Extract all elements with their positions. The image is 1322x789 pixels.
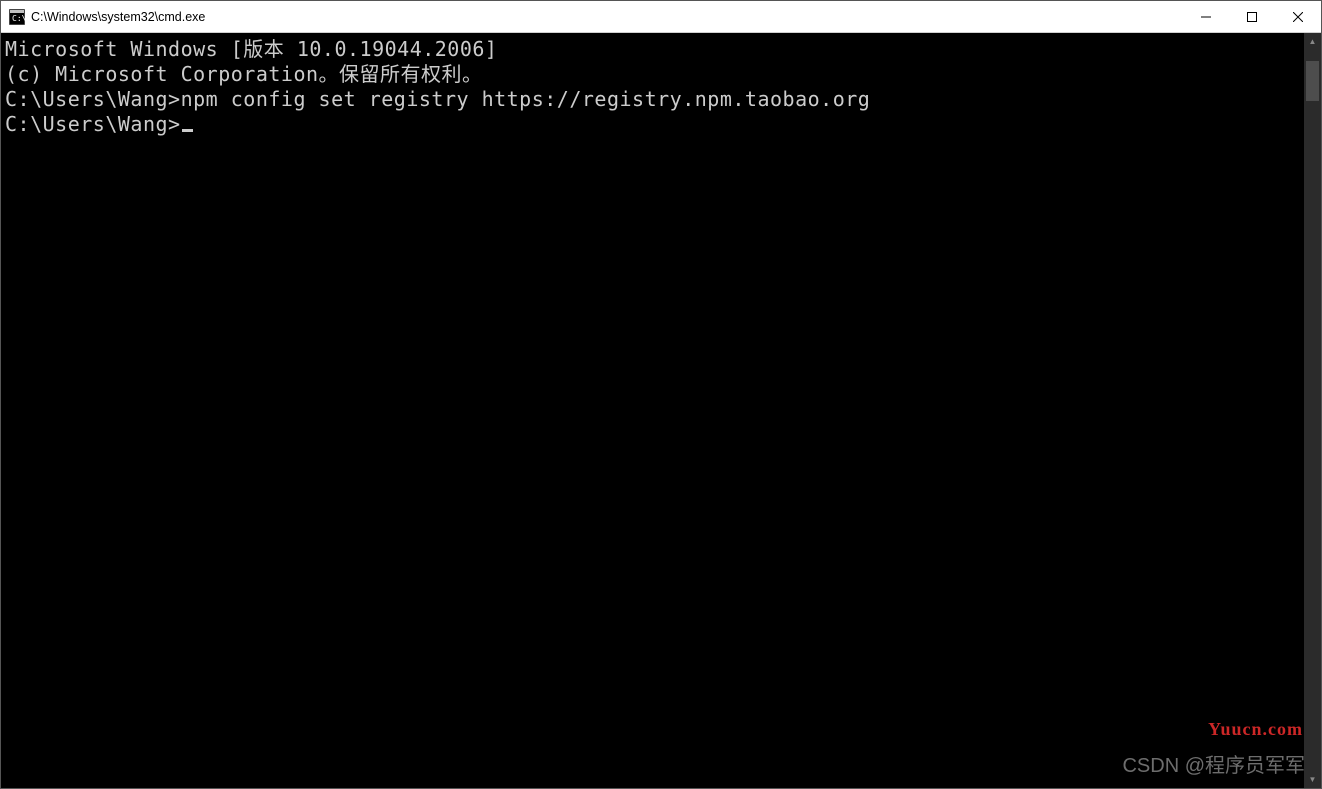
client-area: Microsoft Windows [版本 10.0.19044.2006](c… bbox=[1, 33, 1321, 788]
os-version-line: Microsoft Windows [版本 10.0.19044.2006] bbox=[5, 37, 1300, 62]
window-controls bbox=[1183, 1, 1321, 32]
prompt-path: C:\Users\Wang> bbox=[5, 112, 181, 136]
entered-command: npm config set registry https://registry… bbox=[181, 87, 871, 111]
maximize-button[interactable] bbox=[1229, 1, 1275, 33]
cmd-icon: C:\ bbox=[9, 9, 25, 25]
scroll-up-arrow[interactable]: ▲ bbox=[1304, 33, 1321, 50]
close-button[interactable] bbox=[1275, 1, 1321, 33]
prompt-path: C:\Users\Wang> bbox=[5, 87, 181, 111]
current-prompt-line[interactable]: C:\Users\Wang> bbox=[5, 112, 1300, 137]
svg-text:C:\: C:\ bbox=[12, 14, 25, 23]
cmd-window: C:\ C:\Windows\system32\cmd.exe Microsof… bbox=[0, 0, 1322, 789]
titlebar[interactable]: C:\ C:\Windows\system32\cmd.exe bbox=[1, 1, 1321, 33]
watermark-yuucn: Yuucn.com bbox=[1208, 719, 1303, 740]
minimize-button[interactable] bbox=[1183, 1, 1229, 33]
watermark-csdn: CSDN @程序员军军 bbox=[1122, 749, 1305, 778]
terminal-output[interactable]: Microsoft Windows [版本 10.0.19044.2006](c… bbox=[1, 33, 1304, 788]
text-cursor bbox=[182, 129, 193, 132]
command-line: C:\Users\Wang>npm config set registry ht… bbox=[5, 87, 1300, 112]
scroll-thumb[interactable] bbox=[1306, 61, 1319, 101]
scroll-down-arrow[interactable]: ▼ bbox=[1304, 771, 1321, 788]
vertical-scrollbar[interactable]: ▲ ▼ bbox=[1304, 33, 1321, 788]
copyright-line: (c) Microsoft Corporation。保留所有权利。 bbox=[5, 62, 1300, 87]
window-title: C:\Windows\system32\cmd.exe bbox=[31, 10, 1183, 24]
